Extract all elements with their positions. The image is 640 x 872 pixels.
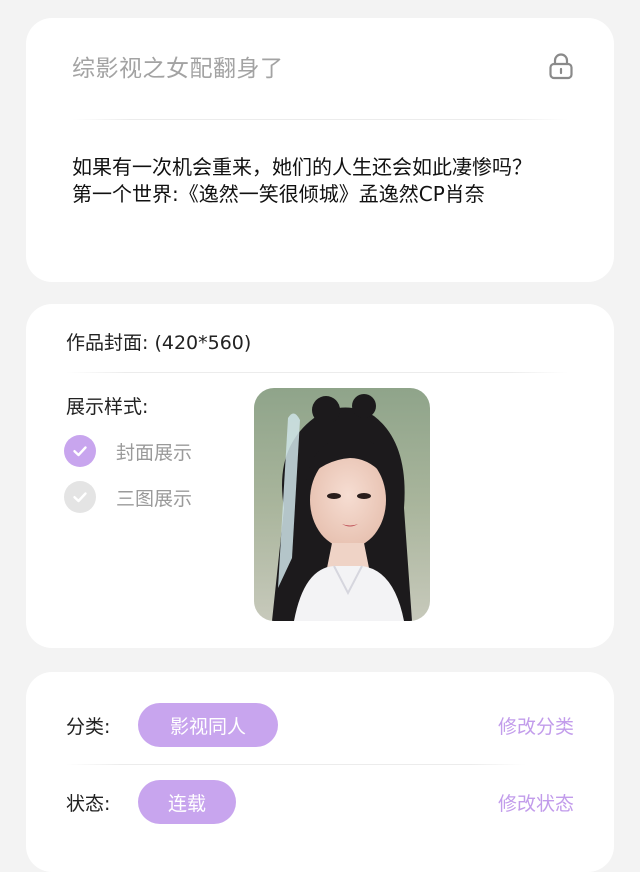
cover-image[interactable] [254,388,430,621]
status-badge: 连载 [138,780,236,824]
divider [66,764,526,765]
work-title[interactable]: 综影视之女配翻身了 [72,49,284,83]
divider [72,119,568,120]
cover-label: 作品封面: (420*560) [66,332,252,354]
meta-card: 分类: 影视同人 修改分类 状态: 连载 修改状态 [26,672,614,872]
cover-card: 作品封面: (420*560) 展示样式: 封面展示 三图展示 [26,304,614,648]
status-row: 状态: 连载 修改状态 [66,779,574,825]
category-badge: 影视同人 [138,703,278,747]
option-cover-display[interactable]: 封面展示 [64,435,192,467]
lock-icon[interactable] [548,52,574,80]
summary-text[interactable]: 如果有一次机会重来，她们的人生还会如此凄惨吗？ 第一个世界:《逸然一笑很倾城》孟… [72,154,568,208]
category-label: 分类: [66,715,111,738]
option-label: 三图展示 [116,487,193,510]
unchecked-icon[interactable] [64,481,96,513]
checked-icon[interactable] [64,435,96,467]
edit-category-link[interactable]: 修改分类 [498,712,574,739]
divider [66,372,568,373]
option-three-image-display[interactable]: 三图展示 [64,481,192,513]
display-style-label: 展示样式: [66,396,149,418]
edit-status-link[interactable]: 修改状态 [498,789,574,816]
option-label: 封面展示 [116,441,193,464]
status-label: 状态: [66,792,111,815]
title-row: 综影视之女配翻身了 [72,34,574,98]
category-row: 分类: 影视同人 修改分类 [66,702,574,748]
title-card: 综影视之女配翻身了 如果有一次机会重来，她们的人生还会如此凄惨吗？ 第一个世界:… [26,18,614,282]
